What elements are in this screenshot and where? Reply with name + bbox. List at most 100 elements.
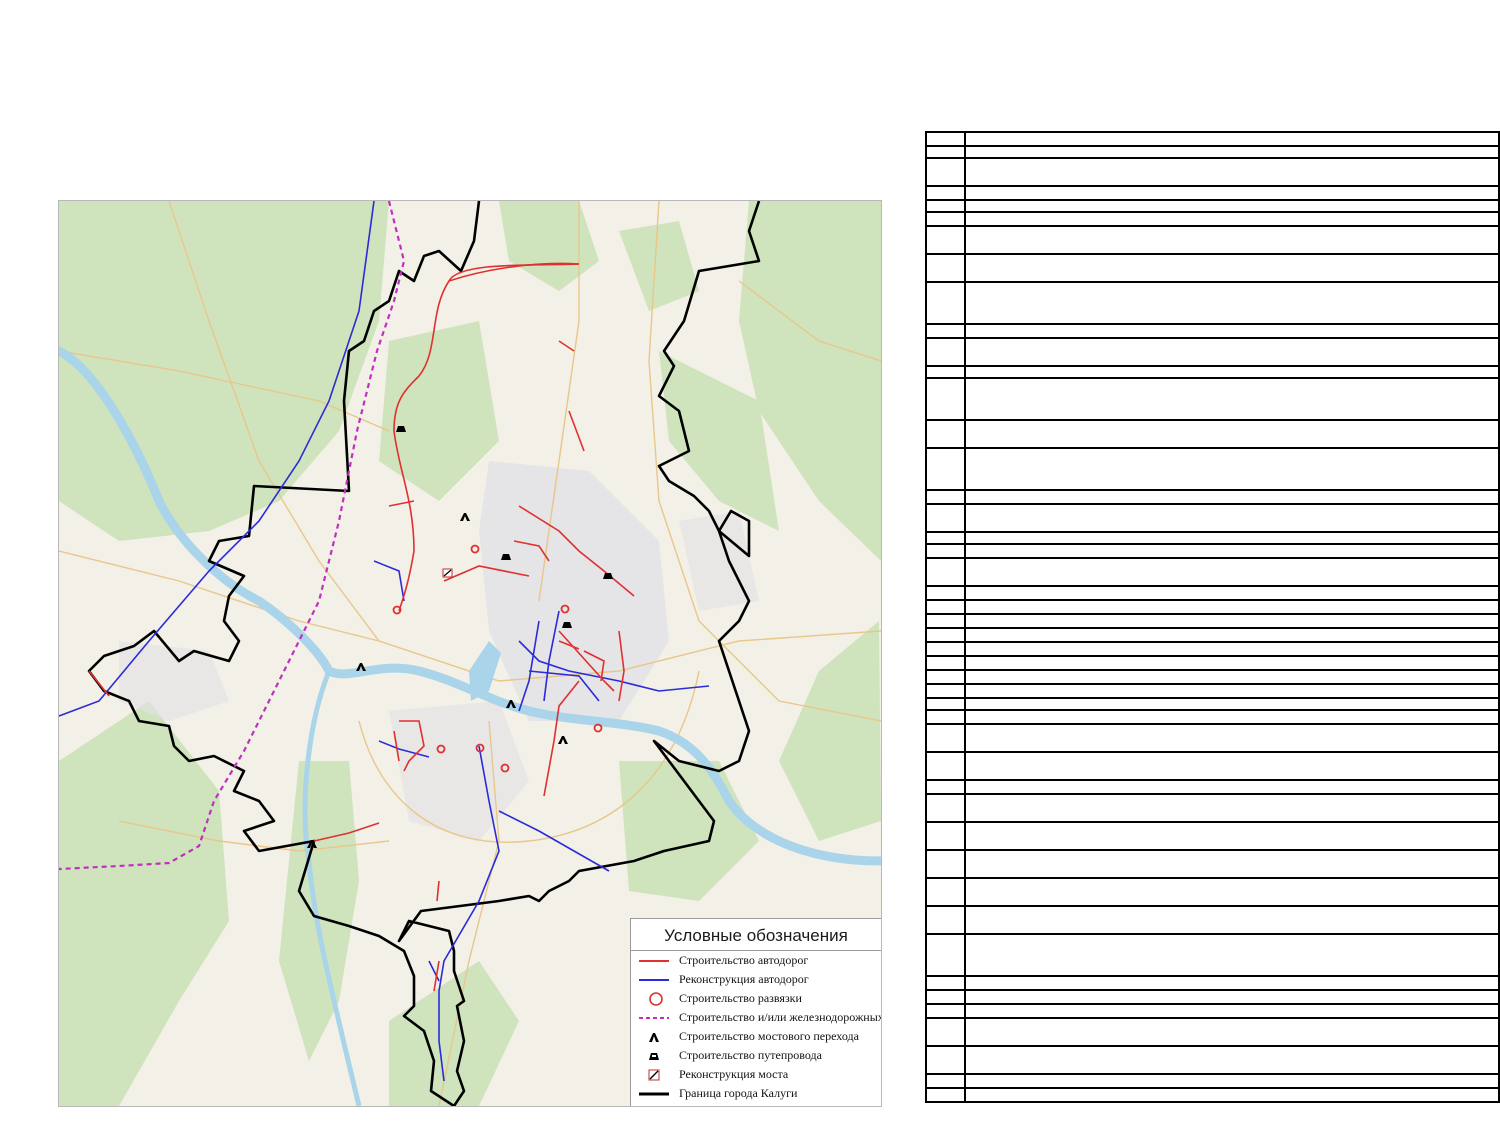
table-cell-description bbox=[964, 1073, 1500, 1089]
table-cell-description bbox=[964, 531, 1500, 545]
table-row bbox=[925, 613, 1500, 629]
table-cell-description bbox=[964, 599, 1500, 615]
table-cell-number bbox=[925, 447, 966, 491]
table-cell-description bbox=[964, 377, 1500, 421]
table-cell-number bbox=[925, 131, 966, 147]
legend-label: Строительство развязки bbox=[679, 991, 802, 1005]
table-row bbox=[925, 1073, 1500, 1089]
table-cell-description bbox=[964, 1017, 1500, 1047]
table-cell-description bbox=[964, 145, 1500, 159]
magenta-dashed-line-icon bbox=[639, 1017, 669, 1019]
table-cell-description bbox=[964, 613, 1500, 629]
table-row bbox=[925, 655, 1500, 671]
table-row bbox=[925, 323, 1500, 339]
table-cell-description bbox=[964, 225, 1500, 255]
table-cell-number bbox=[925, 1003, 966, 1019]
table-cell-description bbox=[964, 1003, 1500, 1019]
legend-item-bridge-reconstruction: Реконструкция моста bbox=[631, 1066, 881, 1085]
table-row bbox=[925, 751, 1500, 781]
table-row bbox=[925, 627, 1500, 643]
table-row bbox=[925, 683, 1500, 699]
table-row bbox=[925, 281, 1500, 325]
table-row bbox=[925, 821, 1500, 851]
table-cell-description bbox=[964, 723, 1500, 753]
table-cell-number bbox=[925, 849, 966, 879]
table-cell-number bbox=[925, 1045, 966, 1075]
table-row bbox=[925, 543, 1500, 559]
red-circle-icon bbox=[649, 992, 663, 1006]
legend-item-road-reconstruction: Реконструкция автодорог bbox=[631, 971, 881, 990]
table-row bbox=[925, 337, 1500, 367]
table-cell-number bbox=[925, 905, 966, 935]
table-row bbox=[925, 641, 1500, 657]
table-cell-number bbox=[925, 821, 966, 851]
table-cell-description bbox=[964, 989, 1500, 1005]
legend-label: Реконструкция автодорог bbox=[679, 972, 809, 986]
table-cell-number bbox=[925, 157, 966, 187]
table-row bbox=[925, 723, 1500, 753]
legend-label: Строительство автодорог bbox=[679, 953, 809, 967]
table-cell-description bbox=[964, 1045, 1500, 1075]
legend-label: Строительство путепровода bbox=[679, 1048, 822, 1062]
table-cell-number bbox=[925, 145, 966, 159]
table-cell-number bbox=[925, 683, 966, 699]
table-row bbox=[925, 1017, 1500, 1047]
table-cell-number bbox=[925, 377, 966, 421]
table-cell-number bbox=[925, 225, 966, 255]
legend-title: Условные обозначения bbox=[631, 919, 881, 951]
legend-item-interchange: Строительство развязки bbox=[631, 990, 881, 1009]
table-cell-description bbox=[964, 1087, 1500, 1103]
table-cell-number bbox=[925, 337, 966, 367]
table-row bbox=[925, 531, 1500, 545]
table-cell-description bbox=[964, 557, 1500, 587]
table-cell-number bbox=[925, 779, 966, 795]
table-cell-description bbox=[964, 669, 1500, 685]
table-cell-description bbox=[964, 281, 1500, 325]
table-row bbox=[925, 157, 1500, 187]
table-cell-description bbox=[964, 655, 1500, 671]
legend-item-city-boundary: Граница города Калуги bbox=[631, 1085, 881, 1104]
table-row bbox=[925, 199, 1500, 213]
bridge-reconstruction-markers bbox=[442, 568, 453, 578]
table-cell-number bbox=[925, 1087, 966, 1103]
table-cell-description bbox=[964, 877, 1500, 907]
table-cell-description bbox=[964, 157, 1500, 187]
table-cell-number bbox=[925, 709, 966, 725]
table-row bbox=[925, 489, 1500, 505]
table-cell-description bbox=[964, 185, 1500, 201]
table-row bbox=[925, 1003, 1500, 1019]
table-row bbox=[925, 211, 1500, 227]
legend-label: Строительство и/или железнодорожных путе… bbox=[679, 1010, 882, 1024]
table-cell-number bbox=[925, 185, 966, 201]
table-row bbox=[925, 709, 1500, 725]
table-row bbox=[925, 365, 1500, 379]
table-cell-number bbox=[925, 489, 966, 505]
table-row bbox=[925, 377, 1500, 421]
table-cell-description bbox=[964, 337, 1500, 367]
table-cell-number bbox=[925, 1073, 966, 1089]
table-row bbox=[925, 185, 1500, 201]
table-cell-description bbox=[964, 131, 1500, 147]
table-row bbox=[925, 447, 1500, 491]
table-cell-description bbox=[964, 503, 1500, 533]
map-frame: Условные обозначения Строительство автод… bbox=[58, 200, 882, 1107]
table-row bbox=[925, 145, 1500, 159]
table-row bbox=[925, 669, 1500, 685]
table-cell-description bbox=[964, 683, 1500, 699]
legend-item-bridge-crossing: Строительство мостового перехода bbox=[631, 1028, 881, 1047]
table-row bbox=[925, 1087, 1500, 1103]
table-cell-number bbox=[925, 975, 966, 991]
table-cell-number bbox=[925, 933, 966, 977]
table-cell-number bbox=[925, 199, 966, 213]
map-legend: Условные обозначения Строительство автод… bbox=[630, 918, 881, 1106]
table-row bbox=[925, 131, 1500, 147]
table-cell-number bbox=[925, 697, 966, 711]
legend-item-road-construction: Строительство автодорог bbox=[631, 952, 881, 971]
table-cell-description bbox=[964, 697, 1500, 711]
table-cell-number bbox=[925, 281, 966, 325]
table-cell-number bbox=[925, 323, 966, 339]
table-cell-number bbox=[925, 627, 966, 643]
table-cell-number bbox=[925, 655, 966, 671]
table-cell-description bbox=[964, 641, 1500, 657]
table-cell-number bbox=[925, 365, 966, 379]
